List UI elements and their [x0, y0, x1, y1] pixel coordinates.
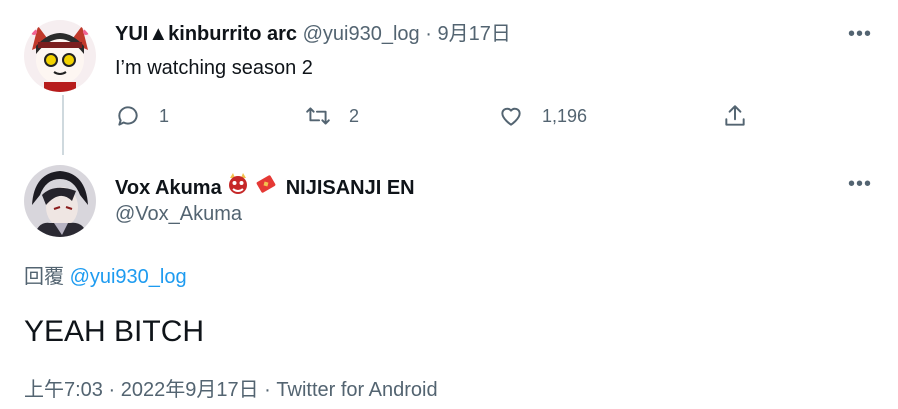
like-count: 1,196: [542, 105, 588, 126]
more-icon[interactable]: •••: [848, 22, 872, 46]
reply-to-handle-link[interactable]: @yui930_log: [70, 266, 187, 288]
tweet-text: YEAH BITCH: [24, 315, 205, 348]
avatar[interactable]: [24, 165, 96, 237]
separator: ·: [264, 379, 271, 401]
tweet1-header: YUI▲kinburrito arc @yui930_log · 9月17日: [115, 22, 511, 46]
display-name[interactable]: YUI▲kinburrito arc: [115, 23, 297, 45]
separator: ·: [425, 23, 432, 45]
handle[interactable]: @yui930_log: [303, 23, 420, 45]
heart-icon: [501, 107, 521, 126]
retweet-icon: [306, 107, 330, 125]
red-envelope-emoji: [254, 172, 278, 203]
tweet-meta: 上午7:03 · 2022年9月17日 · Twitter for Androi…: [24, 378, 438, 402]
affiliation-name: NIJISANJI EN: [285, 176, 415, 199]
tweet-actions: 1 2 1,196: [115, 100, 755, 132]
reply-prefix: 回覆: [24, 266, 64, 288]
share-icon: [725, 105, 745, 126]
more-icon[interactable]: •••: [848, 172, 872, 196]
display-name-row: Vox Akuma NIJISANJI EN: [115, 172, 415, 203]
tweet-time[interactable]: 上午7:03: [24, 379, 103, 401]
like-button[interactable]: 1,196: [498, 100, 587, 132]
tweet-text: I’m watching season 2: [115, 57, 313, 79]
source-app-link[interactable]: Twitter for Android: [276, 379, 437, 401]
reply-button[interactable]: 1: [115, 100, 169, 132]
display-name[interactable]: Vox Akuma: [115, 175, 222, 201]
share-button[interactable]: [722, 100, 748, 132]
tweet-date[interactable]: 2022年9月17日: [121, 379, 259, 401]
avatar[interactable]: [24, 20, 96, 92]
reply-icon: [118, 106, 138, 126]
avatar-illustration: [24, 165, 96, 237]
reply-count: 1: [159, 105, 170, 126]
separator: ·: [108, 379, 116, 401]
thread-connector-line: [62, 95, 64, 155]
tweet-date[interactable]: 9月17日: [437, 23, 510, 45]
handle[interactable]: @Vox_Akuma: [115, 202, 242, 226]
oni-mask-emoji: [226, 172, 250, 203]
retweet-button[interactable]: 2: [305, 100, 359, 132]
replying-to: 回覆 @yui930_log: [24, 265, 187, 289]
avatar-illustration: [24, 20, 96, 92]
retweet-count: 2: [349, 105, 360, 126]
